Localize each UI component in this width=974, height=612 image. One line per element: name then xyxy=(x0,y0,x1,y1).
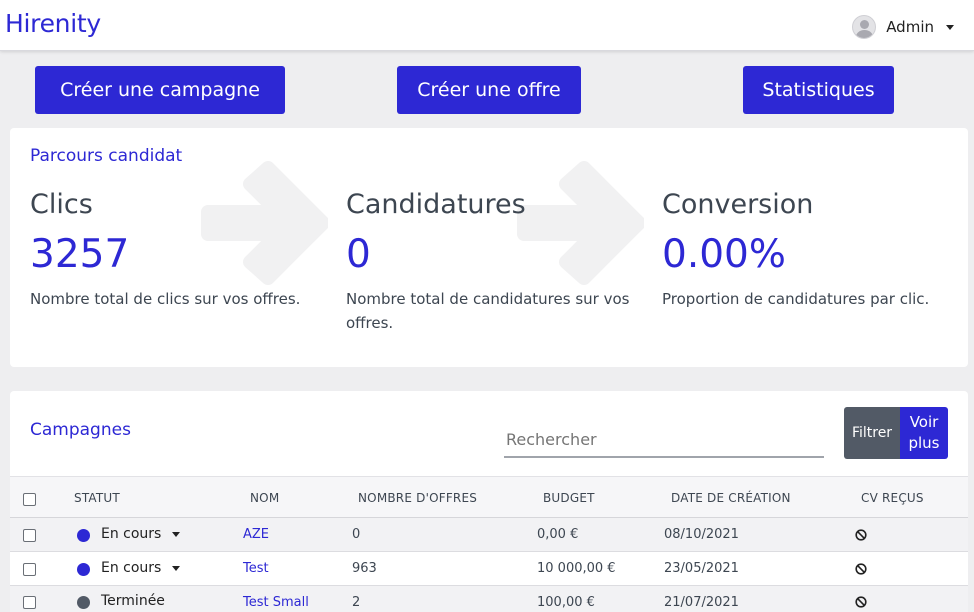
status-dot-icon xyxy=(77,529,90,542)
row-checkbox[interactable] xyxy=(23,596,36,609)
select-all-checkbox[interactable] xyxy=(23,493,36,506)
creation-date: 08/10/2021 xyxy=(664,527,739,542)
see-more-button[interactable]: Voir plus xyxy=(900,407,948,459)
stat-value: 3257 xyxy=(30,232,130,277)
create-campaign-button[interactable]: Créer une campagne xyxy=(35,66,285,114)
table-row[interactable]: En cours Test 963 10 000,00 € 23/05/2021 xyxy=(10,552,968,586)
stat-label: Candidatures xyxy=(346,189,526,220)
top-navbar: Hirenity Admin xyxy=(0,0,974,51)
table-header: STATUT NOM NOMBRE D'OFFRES BUDGET DATE D… xyxy=(10,476,968,518)
stat-clicks: Clics 3257 Nombre total de clics sur vos… xyxy=(30,189,330,311)
ban-icon xyxy=(855,563,867,575)
create-offer-button[interactable]: Créer une offre xyxy=(397,66,581,114)
stat-label: Conversion xyxy=(662,189,814,220)
campaign-name-link[interactable]: Test xyxy=(243,561,269,576)
budget: 0,00 € xyxy=(537,527,579,542)
user-menu[interactable]: Admin xyxy=(852,15,954,39)
campaigns-title: Campagnes xyxy=(30,420,131,440)
table-row[interactable]: Terminée Test Small 2 100,00 € 21/07/202… xyxy=(10,586,968,612)
creation-date: 23/05/2021 xyxy=(664,561,739,576)
column-budget[interactable]: BUDGET xyxy=(543,491,595,505)
funnel-title: Parcours candidat xyxy=(30,146,183,166)
offers-count: 963 xyxy=(352,561,377,576)
stat-description: Nombre total de candidatures sur vos off… xyxy=(346,290,630,332)
stat-applications: Candidatures 0 Nombre total de candidatu… xyxy=(346,189,636,335)
user-name: Admin xyxy=(886,18,934,36)
status-dot-icon xyxy=(77,563,90,576)
stat-label: Clics xyxy=(30,189,93,220)
column-name[interactable]: NOM xyxy=(250,491,279,505)
status-dropdown-icon[interactable] xyxy=(172,532,180,537)
row-checkbox[interactable] xyxy=(23,529,36,542)
budget: 100,00 € xyxy=(537,595,595,610)
stat-description: Nombre total de clics sur vos offres. xyxy=(30,290,301,308)
campaign-name-link[interactable]: Test Small xyxy=(243,595,309,610)
filter-button[interactable]: Filtrer xyxy=(844,407,900,459)
stat-conversion: Conversion 0.00% Proportion de candidatu… xyxy=(662,189,942,311)
table-row[interactable]: En cours AZE 0 0,00 € 08/10/2021 xyxy=(10,518,968,552)
status-dropdown-icon[interactable] xyxy=(172,566,180,571)
budget: 10 000,00 € xyxy=(537,561,616,576)
status-label: Terminée xyxy=(101,593,165,609)
search-input[interactable] xyxy=(504,418,824,458)
stat-value: 0.00% xyxy=(662,232,786,277)
column-offers[interactable]: NOMBRE D'OFFRES xyxy=(358,491,477,505)
ban-icon xyxy=(855,596,867,608)
statistics-button[interactable]: Statistiques xyxy=(743,66,894,114)
offers-count: 2 xyxy=(352,595,361,610)
stat-value: 0 xyxy=(346,232,371,277)
column-cv[interactable]: CV REÇUS xyxy=(861,491,924,505)
ban-icon xyxy=(855,529,867,541)
creation-date: 21/07/2021 xyxy=(664,595,739,610)
avatar-icon xyxy=(852,15,877,39)
offers-count: 0 xyxy=(352,527,361,542)
column-created[interactable]: DATE DE CRÉATION xyxy=(671,491,791,505)
campaign-name-link[interactable]: AZE xyxy=(243,527,269,542)
stat-description: Proportion de candidatures par clic. xyxy=(662,290,930,308)
status-label[interactable]: En cours xyxy=(101,526,161,542)
chevron-down-icon xyxy=(946,24,954,30)
status-label[interactable]: En cours xyxy=(101,560,161,576)
row-checkbox[interactable] xyxy=(23,563,36,576)
column-status[interactable]: STATUT xyxy=(74,491,120,505)
brand-logo[interactable]: Hirenity xyxy=(5,9,101,38)
status-dot-icon xyxy=(77,596,90,609)
